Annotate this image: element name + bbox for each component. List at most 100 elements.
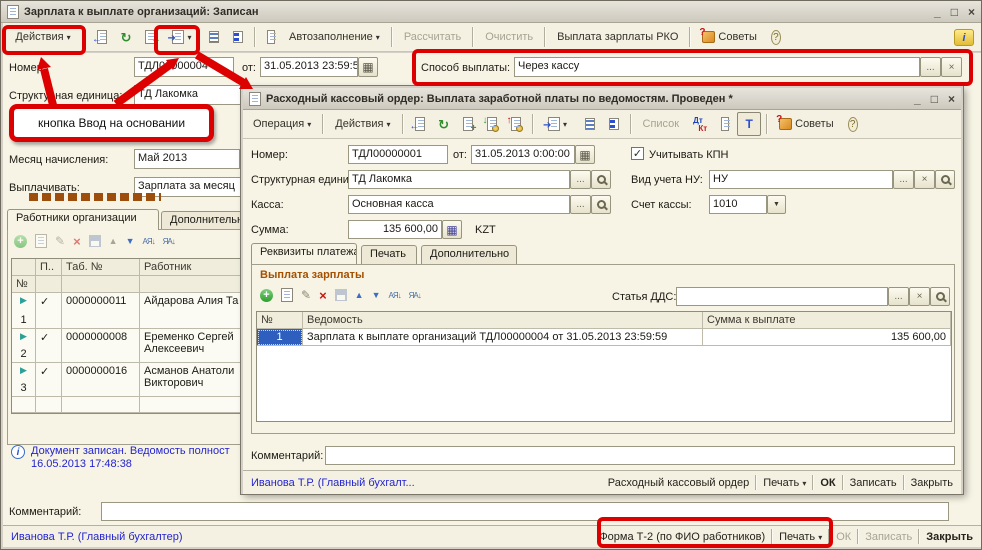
struct-unit-field[interactable]: ТД Лакомка	[348, 170, 570, 189]
table-row[interactable]: ▶ 1 ✓ 0000000011 Айдарова Алия Та	[11, 293, 251, 329]
list-settings-button[interactable]	[203, 25, 225, 49]
maximize-icon[interactable]: □	[951, 5, 958, 19]
cash-search-button[interactable]	[591, 195, 611, 214]
col-header-num[interactable]: №	[257, 312, 303, 329]
refresh-button[interactable]: ↻	[433, 112, 455, 136]
minimize-icon[interactable]: _	[914, 92, 921, 106]
doc-type-button[interactable]: Расходный кассовый ордер	[608, 477, 749, 489]
move-up-icon[interactable]: ▲	[355, 290, 364, 300]
tab-print[interactable]: Печать	[361, 245, 417, 264]
row-check-icon[interactable]: ✓	[36, 363, 62, 397]
save-order-icon[interactable]	[335, 289, 347, 301]
row-check-icon[interactable]: ✓	[36, 329, 62, 363]
table-row[interactable]: ▶ 3 ✓ 0000000016 Асманов Анатоли Викторо…	[11, 363, 251, 397]
sort-asc-icon[interactable]: АЯ↓	[143, 237, 155, 246]
input-on-basis-button[interactable]: ➔ ▾	[539, 112, 577, 136]
close-button[interactable]: Закрыть	[926, 531, 973, 543]
cash-select-button[interactable]: ...	[570, 195, 591, 214]
dtkt-button[interactable]: ДтКт	[687, 112, 713, 136]
move-down-icon[interactable]: ▼	[126, 236, 135, 246]
actions-button[interactable]: Действия ▾	[329, 112, 396, 136]
help-button[interactable]: ?	[765, 25, 787, 49]
date-field[interactable]: 31.05.2013 0:00:00	[471, 145, 575, 164]
maximize-icon[interactable]: □	[931, 92, 938, 106]
copy-row-icon[interactable]	[281, 288, 293, 302]
ok-button[interactable]: ОК	[820, 477, 835, 489]
calendar-button[interactable]: ▦	[358, 57, 378, 77]
row-sum[interactable]: 135 600,00	[703, 329, 951, 346]
col-header-sum[interactable]: Сумма к выплате	[703, 312, 951, 329]
tab-additional[interactable]: Дополнительно	[421, 245, 517, 264]
delete-row-icon[interactable]: ×	[319, 289, 327, 302]
nu-clear-button[interactable]: ×	[914, 170, 935, 189]
row-employee-name[interactable]: Еременко Сергей Алексеевич	[140, 329, 250, 363]
tips-button[interactable]: Советы	[696, 25, 762, 49]
row-vedomost[interactable]: Зарплата к выплате организаций ТДЛ000000…	[303, 329, 703, 346]
pay-rko-button[interactable]: Выплата зарплаты РКО	[551, 25, 684, 49]
print-button[interactable]: Печать ▾	[763, 477, 806, 489]
col-header-num[interactable]: №	[12, 276, 36, 293]
cash-field[interactable]: Основная касса	[348, 195, 570, 214]
post-document-button[interactable]: ←	[91, 25, 113, 49]
pay-method-field[interactable]: Через кассу	[514, 57, 920, 77]
number-field[interactable]: ТДЛ00000004	[134, 57, 234, 77]
structure-button[interactable]	[603, 112, 625, 136]
copy-add-button[interactable]: +	[457, 112, 479, 136]
row-tab-number[interactable]: 0000000008	[62, 329, 140, 363]
dds-select-button[interactable]: ...	[888, 287, 909, 306]
date-field[interactable]: 31.05.2013 23:59:59	[260, 57, 358, 77]
tips-button[interactable]: Советы	[773, 112, 839, 136]
money-in-button[interactable]: ↓	[481, 112, 503, 136]
move-down-icon[interactable]: ▼	[372, 290, 381, 300]
pay-method-select-button[interactable]: ...	[920, 57, 941, 77]
nu-select-button[interactable]: ...	[893, 170, 914, 189]
edit-row-icon[interactable]: ✎	[55, 234, 65, 248]
nu-field[interactable]: НУ	[709, 170, 893, 189]
number-field[interactable]: ТДЛ00000001	[348, 145, 448, 164]
col-header-tab[interactable]: Таб. №	[62, 259, 140, 276]
col-header-vedomost[interactable]: Ведомость	[303, 312, 703, 329]
tab-workers[interactable]: Работники организации	[7, 209, 159, 230]
save-order-icon[interactable]	[89, 235, 101, 247]
edit-row-icon[interactable]: ✎	[301, 288, 311, 302]
comment-field[interactable]	[325, 446, 955, 465]
dds-search-button[interactable]	[930, 287, 950, 306]
add-row-icon[interactable]: +	[14, 235, 27, 248]
row-check-icon[interactable]: ✓	[36, 293, 62, 329]
minimize-icon[interactable]: _	[934, 5, 941, 19]
filter-toggle-button[interactable]: Т	[737, 112, 761, 136]
nu-search-button[interactable]	[935, 170, 955, 189]
table-row[interactable]: 1 Зарплата к выплате организаций ТДЛ0000…	[256, 329, 952, 346]
sort-asc-icon[interactable]: АЯ↓	[389, 291, 401, 300]
copy-row-icon[interactable]	[35, 234, 47, 248]
struct-select-button[interactable]: ...	[570, 170, 591, 189]
help-button[interactable]: ?	[842, 112, 864, 136]
document-journal-button[interactable]	[715, 112, 735, 136]
close-icon[interactable]: ×	[948, 92, 955, 106]
pay-method-clear-button[interactable]: ×	[941, 57, 962, 77]
info-button[interactable]: i	[954, 29, 974, 46]
calculator-button[interactable]: ▦	[442, 220, 462, 239]
struct-search-button[interactable]	[591, 170, 611, 189]
comment-field[interactable]	[101, 502, 949, 521]
row-tab-number[interactable]: 0000000016	[62, 363, 140, 397]
operation-button[interactable]: Операция ▾	[247, 112, 317, 136]
row-employee-name[interactable]: Асманов Анатоли Викторович	[140, 363, 250, 397]
table-row[interactable]: ▶ 2 ✓ 0000000008 Еременко Сергей Алексее…	[11, 329, 251, 363]
sort-desc-icon[interactable]: ЯА↓	[409, 291, 421, 300]
close-button[interactable]: Закрыть	[911, 477, 953, 489]
calendar-button[interactable]: ▦	[575, 145, 595, 164]
account-field[interactable]: 1010	[709, 195, 767, 214]
month-field[interactable]: Май 2013	[134, 149, 240, 169]
money-out-button[interactable]: ↑	[505, 112, 527, 136]
account-combo-button[interactable]: ▼	[767, 195, 786, 214]
input-on-basis-button[interactable]: ➔ ▾	[163, 25, 201, 49]
delete-row-icon[interactable]: ×	[73, 235, 81, 248]
autofill-button[interactable]: Автозаполнение ▾	[283, 25, 386, 49]
move-up-icon[interactable]: ▲	[109, 236, 118, 246]
dds-field[interactable]	[676, 287, 888, 306]
actions-button[interactable]: Действия ▾	[7, 25, 79, 49]
save-button[interactable]: Записать	[850, 477, 897, 489]
print-button[interactable]: Печать ▾	[779, 531, 822, 543]
sum-field[interactable]: 135 600,00	[348, 220, 442, 239]
